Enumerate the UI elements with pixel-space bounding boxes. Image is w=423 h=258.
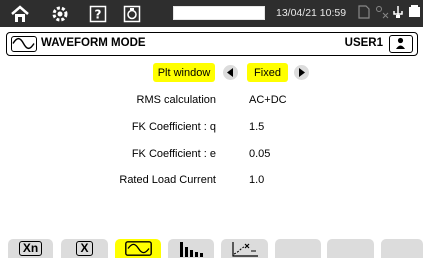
plt-window-label[interactable]: Plt window xyxy=(153,63,215,82)
tab-xn[interactable]: Xn xyxy=(8,239,53,258)
rated-load-label: Rated Load Current xyxy=(119,174,216,186)
tab-empty-1[interactable] xyxy=(275,239,321,258)
fk-q-value[interactable]: 1.5 xyxy=(249,121,264,133)
rms-calculation-label: RMS calculation xyxy=(136,94,216,106)
datetime: 13/04/21 10:59 xyxy=(276,7,347,19)
tab-empty-3[interactable] xyxy=(381,239,423,258)
user-icon[interactable] xyxy=(389,35,413,53)
harmonics-icon xyxy=(178,241,204,257)
function-tab-bar: Xn X xyxy=(0,236,423,258)
arrow-left-icon[interactable] xyxy=(223,65,238,80)
usb-icon xyxy=(391,5,405,24)
tab-chart-edit[interactable] xyxy=(221,239,268,258)
rated-load-value[interactable]: 1.0 xyxy=(249,174,264,186)
tab-harmonics[interactable] xyxy=(168,239,214,258)
fk-e-label: FK Coefficient : e xyxy=(131,148,216,160)
battery-icon xyxy=(408,5,421,24)
tab-waveform[interactable] xyxy=(115,239,161,258)
connection-icon xyxy=(375,5,389,24)
user-label: USER1 xyxy=(344,37,383,49)
fk-e-value[interactable]: 0.05 xyxy=(249,148,270,160)
screenshot-icon[interactable] xyxy=(121,3,143,24)
waveform-icon xyxy=(124,241,152,256)
tab-x[interactable]: X xyxy=(61,239,108,258)
status-bar: ? 13/04/21 10:59 xyxy=(0,0,423,27)
waveform-mode-icon xyxy=(11,36,37,52)
arrow-right-icon[interactable] xyxy=(294,65,309,80)
tab-x-label: X xyxy=(76,241,93,256)
svg-text:?: ? xyxy=(95,7,102,21)
chart-edit-icon xyxy=(231,241,259,257)
rms-calculation-value[interactable]: AC+DC xyxy=(249,94,287,106)
memory-card-icon xyxy=(358,5,370,24)
fk-q-label: FK Coefficient : q xyxy=(131,121,216,133)
page-title: WAVEFORM MODE xyxy=(41,37,146,49)
progress-bar xyxy=(173,6,265,20)
plt-window-value[interactable]: Fixed xyxy=(247,63,288,82)
home-icon[interactable] xyxy=(10,3,30,24)
title-bar: WAVEFORM MODE USER1 xyxy=(6,32,418,56)
help-icon[interactable]: ? xyxy=(87,3,109,24)
tab-xn-label: Xn xyxy=(18,241,43,256)
tab-empty-2[interactable] xyxy=(327,239,374,258)
settings-icon[interactable] xyxy=(50,3,70,24)
